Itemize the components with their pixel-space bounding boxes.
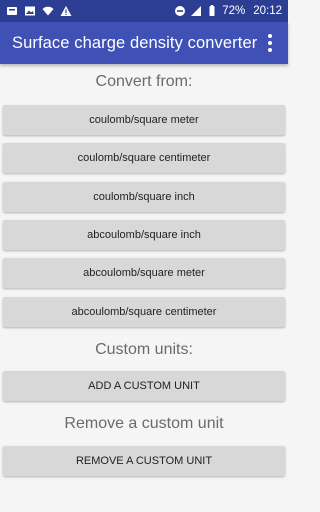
wifi-icon: [42, 5, 54, 17]
app-title: Surface charge density converter: [12, 33, 258, 52]
warning-icon: [60, 5, 72, 17]
unit-button-abcoulomb-square-meter[interactable]: abcoulomb/square meter: [3, 258, 285, 288]
unit-button-coulomb-square-inch[interactable]: coulomb/square inch: [3, 182, 285, 212]
overflow-menu-icon[interactable]: [260, 33, 280, 53]
battery-percentage: 72%: [222, 5, 246, 17]
image-icon: [24, 5, 36, 17]
remove-custom-unit-button[interactable]: REMOVE A CUSTOM UNIT: [3, 446, 285, 476]
unit-button-coulomb-square-meter[interactable]: coulomb/square meter: [3, 105, 285, 135]
status-right-icons: 72% 20:12: [174, 5, 282, 17]
unit-button-abcoulomb-square-centimeter[interactable]: abcoulomb/square centimeter: [3, 297, 285, 327]
notification-icon: [6, 5, 18, 17]
battery-icon: [206, 5, 218, 17]
app-bar: Surface charge density converter: [0, 22, 288, 64]
clock: 20:12: [253, 5, 282, 17]
add-custom-unit-button[interactable]: ADD A CUSTOM UNIT: [3, 371, 285, 401]
status-left-icons: [6, 5, 72, 17]
status-bar: 72% 20:12: [0, 0, 288, 22]
signal-icon: [190, 5, 202, 17]
remove-custom-unit-heading: Remove a custom unit: [64, 415, 224, 432]
convert-from-heading: Convert from:: [95, 73, 193, 90]
unit-button-coulomb-square-centimeter[interactable]: coulomb/square centimeter: [3, 143, 285, 173]
unit-button-abcoulomb-square-inch[interactable]: abcoulomb/square inch: [3, 220, 285, 250]
custom-units-heading: Custom units:: [95, 341, 193, 358]
dnd-icon: [174, 5, 186, 17]
